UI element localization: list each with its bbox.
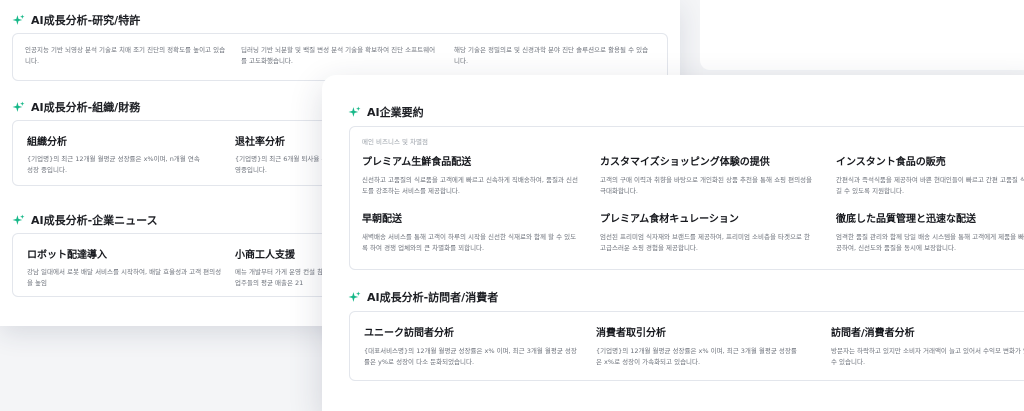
visitors-item-text: 방문자는 하락하고 있지만 소비자 거래액이 늘고 있어서 수익모 변화가 있었… (831, 347, 1024, 366)
org-item-heading: 組織分析 (27, 137, 67, 148)
summary-item-heading: カスタマイズショッピング体験の提供 (600, 157, 770, 168)
sparkle-icon (348, 291, 361, 304)
summary-item-text: 새벽배송 서비스를 통해 고객이 하루의 시작을 신선한 식재료와 함께 할 수… (362, 233, 577, 252)
visitors-item-heading: 消費者取引分析 (596, 328, 666, 339)
research-item-3: 해당 기술은 정밀의료 및 신경과학 분야 진단 솔루션으로 활용될 수 있습니… (454, 46, 649, 65)
summary-box: 메인 비즈니스 및 차별점 プレミアム生鮮食品配送 신선하고 고품질의 식료품을… (349, 126, 1024, 270)
visitors-item: 消費者取引分析 {기업명}의 12개월 월평균 성장률은 x% 이며, 최근 3… (596, 324, 801, 368)
summary-item-heading: インスタント食品の販売 (836, 157, 946, 168)
visitors-item: 訪問者/消費者分析 방문자는 하락하고 있지만 소비자 거래액이 늘고 있어서 … (831, 324, 1024, 368)
visitors-item-text: {기업명}의 12개월 월평균 성장률은 x% 이며, 최근 3개월 월평균 성… (596, 347, 797, 366)
summary-item-text: 신선하고 고품질의 식료품을 고객에게 빠르고 신속하게 직배송하여, 품질과 … (362, 176, 578, 195)
visitors-item: ユニーク訪問者分析 {대표서비스명}의 12개월 월평균 성장률은 x% 이며,… (364, 324, 579, 368)
sparkle-icon (348, 106, 361, 119)
org-item-text: {기업명}의 최근 12개월 월평균 성장률은 x%이며, n개월 연속 성장 … (27, 155, 200, 174)
org-item-heading: 退社率分析 (235, 137, 285, 148)
summary-item-text: 엄격한 품질 관리와 함께 당일 배송 시스템을 통해 고객에게 제품을 빠르게… (836, 233, 1024, 252)
news-section-title: AI成長分析-企業ニュース (12, 212, 158, 228)
visitors-item-heading: 訪問者/消費者分析 (831, 328, 915, 339)
sparkle-icon (12, 14, 25, 27)
summary-item: インスタント食品の販売 간편식과 즉석식품을 제공하여 바쁜 현대인들이 빠르고… (836, 153, 1024, 197)
summary-item: プレミアム食材キュレーション 엄선된 프리미엄 식자재와 브랜드를 제공하여, … (600, 210, 815, 254)
news-item-text: 메뉴 개발부터 가게 운영 컨설 참여 업주들의 평균 매출은 21 (235, 268, 330, 287)
summary-caption: 메인 비즈니스 및 차별점 (362, 138, 428, 146)
sparkle-icon (12, 101, 25, 114)
summary-item: カスタマイズショッピング体験の提供 고객의 구매 이력과 취향을 바탕으로 개인… (600, 153, 815, 197)
org-item-2: 退社率分析 {기업명}의 최근 6개월 퇴사율 운영중입니다. (235, 133, 330, 176)
front-report-card: AI企業要約 메인 비즈니스 및 차별점 プレミアム生鮮食品配送 신선하고 고품… (322, 75, 1024, 411)
news-item-1: ロボット配達導入 강남 일대에서 로봇 배달 서비스를 시작하여, 배달 효율성… (27, 246, 227, 289)
news-item-heading: 小商工人支援 (235, 250, 295, 261)
summary-item-heading: プレミアム食材キュレーション (600, 214, 739, 225)
news-item-text: 강남 일대에서 로봇 배달 서비스를 시작하여, 배달 효율성과 고객 편의성을… (27, 268, 222, 287)
visitors-item-heading: ユニーク訪問者分析 (364, 328, 454, 339)
research-box: 인공지능 기반 뇌영상 분석 기술로 치매 조기 진단의 정확도를 높이고 있습… (12, 33, 668, 81)
summary-section-title: AI企業要約 (348, 104, 424, 120)
visitors-item-text: {대표서비스명}의 12개월 월평균 성장률은 x% 이며, 최근 3개월 월평… (364, 347, 577, 366)
org-section-title: AI成長分析-組織/財務 (12, 99, 140, 115)
org-item-text: {기업명}의 최근 6개월 퇴사율 운영중입니다. (235, 155, 328, 174)
summary-item-heading: プレミアム生鮮食品配送 (362, 157, 472, 168)
summary-item: 早朝配送 새벽배송 서비스를 통해 고객이 하루의 시작을 신선한 식재료와 함… (362, 210, 582, 254)
org-item-1: 組織分析 {기업명}의 최근 12개월 월평균 성장률은 x%이며, n개월 연… (27, 133, 207, 176)
research-item-1: 인공지능 기반 뇌영상 분석 기술로 치매 조기 진단의 정확도를 높이고 있습… (25, 46, 226, 65)
summary-item-text: 엄선된 프리미엄 식자재와 브랜드를 제공하여, 프리미엄 소비층을 타겟으로 … (600, 233, 810, 252)
summary-item-heading: 早朝配送 (362, 214, 402, 225)
news-item-heading: ロボット配達導入 (27, 250, 107, 261)
visitors-box: ユニーク訪問者分析 {대표서비스명}의 12개월 월평균 성장률은 x% 이며,… (349, 311, 1024, 381)
summary-item: プレミアム生鮮食品配送 신선하고 고품질의 식료품을 고객에게 빠르고 신속하게… (362, 153, 582, 197)
research-item-2: 딥러닝 기반 뇌분할 및 백질 변성 분석 기술을 확보하여 진단 소프트웨어를… (241, 46, 436, 65)
research-section-title: AI成長分析-研究/特許 (12, 12, 140, 28)
background-card-right (700, 0, 1024, 70)
news-item-2: 小商工人支援 메뉴 개발부터 가게 운영 컨설 참여 업주들의 평균 매출은 2… (235, 246, 330, 289)
summary-item-text: 고객의 구매 이력과 취향을 바탕으로 개인화된 상품 추천을 통해 쇼핑 편의… (600, 176, 813, 195)
sparkle-icon (12, 214, 25, 227)
summary-item-text: 간편식과 즉석식품을 제공하여 바쁜 현대인들이 빠르고 간편 고품질 식사를 … (836, 176, 1024, 195)
summary-item: 徹底した品質管理と迅速な配送 엄격한 품질 관리와 함께 당일 배송 시스템을 … (836, 210, 1024, 254)
summary-item-heading: 徹底した品質管理と迅速な配送 (836, 214, 976, 225)
visitors-section-title: AI成長分析-訪問者/消費者 (348, 289, 498, 305)
